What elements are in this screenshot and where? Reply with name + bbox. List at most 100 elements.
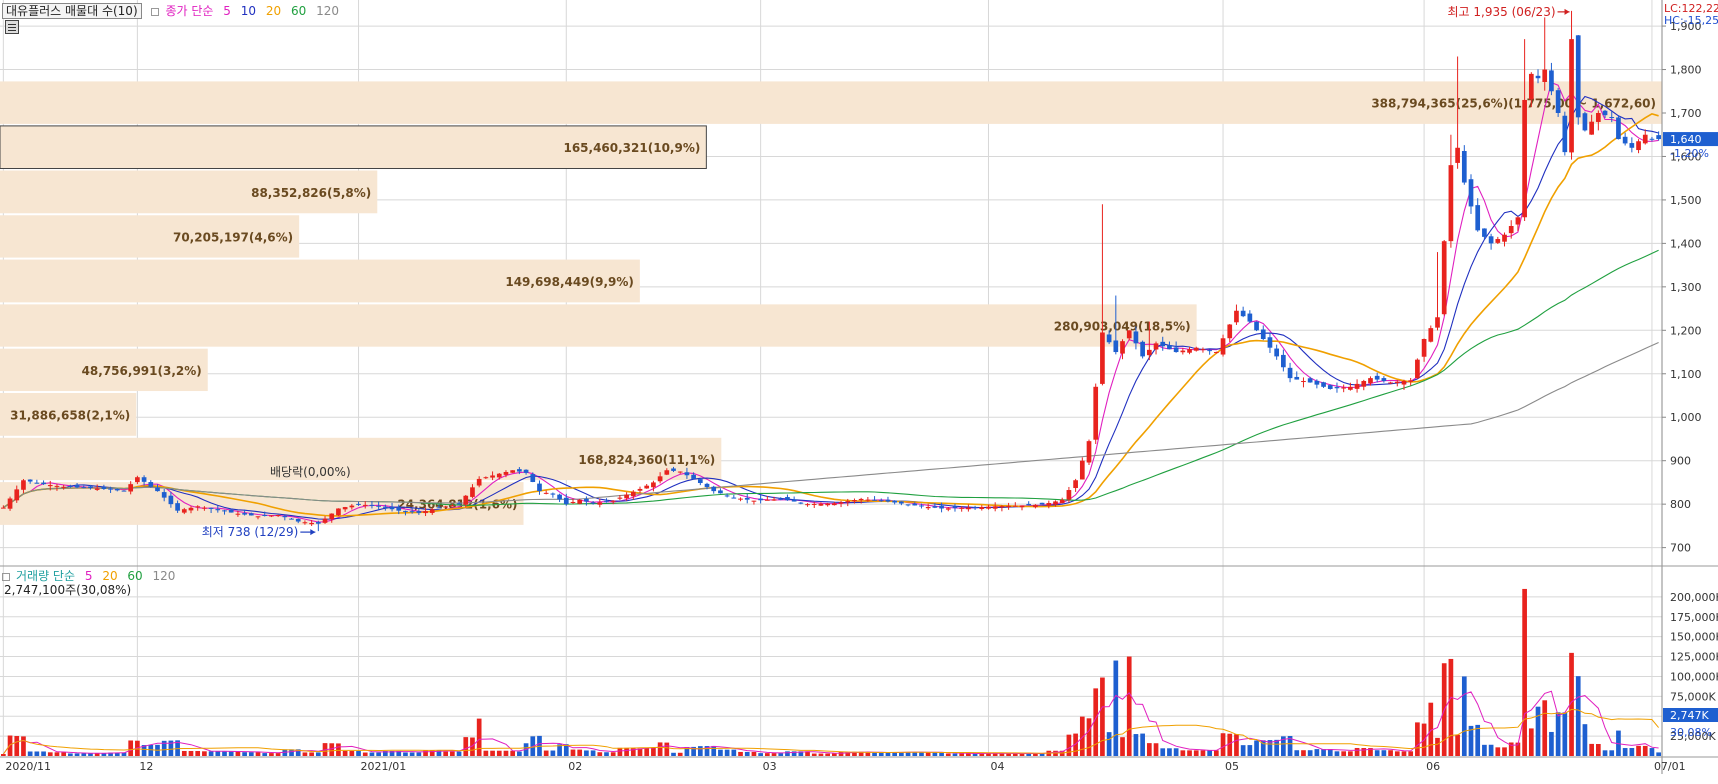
candle-body — [275, 515, 281, 517]
volume-bar — [517, 751, 522, 756]
stock-chart[interactable]: 388,794,365(25,6%)(1,775,00 ~ 1,672,60) 1… — [0, 0, 1718, 780]
candle-body — [1227, 324, 1233, 339]
volume-bar — [74, 753, 80, 756]
volume-bar — [376, 752, 381, 756]
price-tick-label: 900 — [1670, 455, 1691, 468]
candle-body — [1354, 383, 1360, 389]
volume-bar — [14, 735, 20, 756]
candle-body — [858, 498, 864, 501]
volume-bar — [651, 747, 656, 756]
high-arrow-head — [1564, 8, 1570, 15]
candle-body — [128, 484, 134, 492]
volume-profile-label: 149,698,449(9,9%) — [505, 275, 634, 289]
low-price-annotation: 최저 738 (12/29) — [202, 525, 299, 539]
candle-body — [1609, 117, 1615, 119]
volume-bar — [222, 751, 227, 756]
table-icon[interactable] — [5, 20, 19, 34]
volume-bar — [7, 735, 13, 756]
candle-body — [141, 477, 147, 482]
candle-body — [577, 499, 583, 504]
candle-body — [1522, 99, 1527, 218]
candle-body — [369, 504, 375, 506]
candle-body — [1334, 387, 1340, 389]
volume-bar — [1562, 712, 1568, 756]
candle-body — [74, 484, 80, 488]
date-tick-label: 06 — [1426, 760, 1440, 773]
candle-body — [1200, 349, 1206, 351]
volume-bar — [1180, 750, 1186, 756]
volume-bar — [202, 751, 207, 756]
candle-body — [81, 487, 87, 489]
candle-body — [664, 470, 670, 475]
candle-body — [34, 482, 40, 484]
volume-bar — [1301, 750, 1306, 756]
candle-body — [1046, 502, 1052, 506]
candle-body — [1173, 347, 1179, 353]
volume-bar — [1455, 734, 1460, 756]
volume-bar — [758, 753, 763, 756]
candle-body — [1, 507, 6, 509]
candle-body — [1327, 385, 1333, 389]
volume-bar — [1461, 676, 1467, 756]
candle-body — [959, 507, 965, 509]
candle-body — [825, 503, 830, 506]
volume-bar — [61, 752, 67, 756]
candle-body — [349, 505, 355, 508]
volume-bar — [443, 751, 449, 756]
candle-body — [1140, 341, 1145, 357]
candle-body — [845, 501, 851, 503]
volume-bar — [128, 740, 134, 756]
candle-body — [764, 499, 770, 501]
candle-body — [195, 506, 201, 508]
volume-bar — [584, 750, 589, 756]
volume-bar — [1535, 706, 1541, 756]
candle-body — [563, 497, 569, 505]
volume-bar — [1213, 750, 1219, 756]
volume-bar — [1488, 744, 1494, 756]
candle-body — [1341, 387, 1347, 389]
candle-body — [483, 477, 489, 479]
candle-body — [108, 488, 113, 490]
candle-body — [805, 504, 810, 506]
candle-body — [892, 500, 898, 503]
candle-body — [543, 492, 549, 494]
candle-body — [456, 503, 462, 505]
volume-bar — [215, 751, 221, 756]
candle-body — [376, 505, 381, 507]
volume-bar — [255, 752, 261, 756]
price-tick-label: 1,700 — [1670, 107, 1702, 120]
candle-body — [1388, 382, 1393, 384]
volume-bar — [1220, 733, 1226, 756]
volume-bar — [1247, 745, 1253, 756]
candle-body — [429, 509, 435, 513]
volume-bar — [456, 751, 462, 756]
last-price-badge-text: 1,640 — [1670, 133, 1702, 146]
candle-body — [476, 478, 482, 486]
candle-body — [1019, 505, 1025, 508]
candle-body — [1528, 73, 1534, 100]
candle-body — [677, 471, 683, 473]
candle-body — [838, 502, 844, 504]
volume-tick-label: 150,000K — [1670, 631, 1718, 644]
volume-bar — [778, 753, 784, 756]
candle-body — [121, 490, 127, 492]
candle-body — [1220, 338, 1226, 355]
volume-bar — [342, 751, 348, 756]
volume-bar — [503, 750, 509, 756]
candle-body — [1495, 239, 1501, 243]
candle-body — [1120, 341, 1125, 354]
volume-summary: 2,747,100주(30,08%) — [4, 583, 132, 597]
volume-bar — [718, 749, 723, 756]
volume-bar — [54, 752, 60, 756]
candle-body — [604, 501, 609, 503]
volume-bar — [181, 750, 187, 756]
volume-bar — [624, 747, 629, 756]
stock-name-label[interactable]: 대유플러스 매물대 수(10) — [2, 3, 142, 19]
volume-bar — [677, 752, 683, 756]
candle-body — [1053, 501, 1058, 505]
candle-body — [1461, 150, 1467, 183]
volume-bar — [1234, 734, 1239, 756]
volume-bar — [1649, 748, 1655, 756]
volume-tick-label: 125,000K — [1670, 651, 1718, 664]
legend-period-120: 120 — [316, 4, 339, 18]
